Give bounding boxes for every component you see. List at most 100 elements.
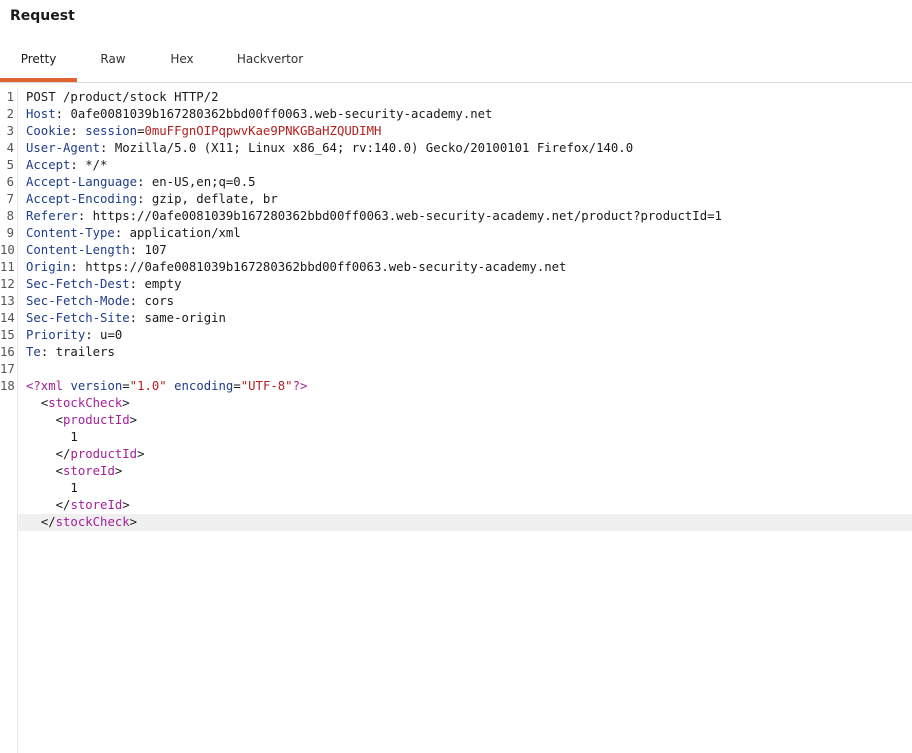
header-value: 0afe0081039b167280362bbd00ff0063.web-sec… xyxy=(70,107,493,121)
header-value: */* xyxy=(85,158,108,172)
tab-raw[interactable]: Raw xyxy=(84,36,142,82)
xml-attr-value: "UTF-8" xyxy=(240,379,293,393)
header-value: trailers xyxy=(55,345,115,359)
line-text: <?xml version="1.0" encoding="UTF-8"?> xyxy=(26,378,307,395)
tab-pretty[interactable]: Pretty xyxy=(0,36,77,82)
line-text: Accept-Language: en-US,en;q=0.5 xyxy=(26,174,256,191)
code-line: 11 Origin: https://0afe0081039b167280362b… xyxy=(0,259,912,276)
line-number: 13 xyxy=(0,294,15,308)
code-line: </storeId> xyxy=(0,497,912,514)
header-name: Priority xyxy=(26,328,86,342)
code-line: <storeId> xyxy=(0,463,912,480)
header-separator: : xyxy=(55,107,71,121)
line-text: 1 xyxy=(26,429,77,446)
xml-lt: </ xyxy=(55,498,71,512)
header-name: Accept-Encoding xyxy=(26,192,138,206)
code-line: 13 Sec-Fetch-Mode: cors xyxy=(0,293,912,310)
header-separator: : xyxy=(100,141,115,155)
header-separator: : xyxy=(70,158,86,172)
header-name: Te xyxy=(26,345,41,359)
line-number: 7 xyxy=(6,192,14,206)
xml-attr-name: version xyxy=(70,379,123,393)
line-text: </productId> xyxy=(26,446,145,463)
xml-gt: > xyxy=(129,413,138,427)
code-line: 1 xyxy=(0,429,912,446)
line-text: Sec-Fetch-Site: same-origin xyxy=(26,310,226,327)
line-number: 12 xyxy=(0,277,15,291)
line-text: Accept-Encoding: gzip, deflate, br xyxy=(26,191,278,208)
xml-decl-open: <?xml xyxy=(26,379,64,393)
xml-gt: > xyxy=(122,396,130,410)
code-line: 6 Accept-Language: en-US,en;q=0.5 xyxy=(0,174,912,191)
xml-attr-name: encoding xyxy=(174,379,234,393)
xml-gt: > xyxy=(122,498,130,512)
header-separator: : xyxy=(129,277,145,291)
header-separator: : xyxy=(129,311,145,325)
code-line: 16 Te: trailers xyxy=(0,344,912,361)
line-text: Host: 0afe0081039b167280362bbd00ff0063.w… xyxy=(26,106,492,123)
code-line: 10 Content-Length: 107 xyxy=(0,242,912,259)
header-value: Mozilla/5.0 (X11; Linux x86_64; rv:140.0… xyxy=(114,141,634,155)
tab-hackvertor[interactable]: Hackvertor xyxy=(222,36,318,82)
line-text: Referer: https://0afe0081039b167280362bb… xyxy=(26,208,722,225)
header-separator: : xyxy=(137,192,152,206)
xml-lt: </ xyxy=(55,447,71,461)
header-value: cors xyxy=(144,294,175,308)
line-text: Cookie: session=0muFFgnOIPqpwvKae9PNKGBa… xyxy=(26,123,381,140)
code-line: </productId> xyxy=(0,446,912,463)
cookie-name: session xyxy=(85,124,138,138)
line-text: Content-Type: application/xml xyxy=(26,225,241,242)
line-number: 15 xyxy=(0,328,15,342)
header-name: Sec-Fetch-Mode xyxy=(26,294,130,308)
code-line: <productId> xyxy=(0,412,912,429)
header-separator: : xyxy=(77,209,93,223)
xml-tag-name: storeId xyxy=(63,464,115,478)
xml-gt: > xyxy=(114,464,123,478)
header-value: 107 xyxy=(144,243,167,257)
header-value: u=0 xyxy=(100,328,123,342)
xml-tag-name: stockCheck xyxy=(48,396,123,410)
xml-text-value: 1 xyxy=(70,481,78,495)
line-text: Accept: */* xyxy=(26,157,107,174)
code-line: 1 xyxy=(0,480,912,497)
header-separator: : xyxy=(129,294,145,308)
xml-lt: < xyxy=(55,413,64,427)
header-value: gzip, deflate, br xyxy=(151,192,278,206)
code-line: 9 Content-Type: application/xml xyxy=(0,225,912,242)
line-number: 2 xyxy=(6,107,14,121)
header-separator: : xyxy=(114,226,130,240)
line-text: <stockCheck> xyxy=(26,395,130,412)
code-line: 5 Accept: */* xyxy=(0,157,912,174)
line-number: 11 xyxy=(0,260,15,274)
header-name: Content-Type xyxy=(26,226,115,240)
header-name: Sec-Fetch-Site xyxy=(26,311,130,325)
header-name: Host xyxy=(26,107,56,121)
code-line: 4 User-Agent: Mozilla/5.0 (X11; Linux x86… xyxy=(0,140,912,157)
request-editor[interactable]: 1 POST /product/stock HTTP/2 2 Host: 0afe00… xyxy=(0,88,912,753)
code-line: </stockCheck> xyxy=(18,514,912,531)
code-line: 8 Referer: https://0afe0081039b167280362b… xyxy=(0,208,912,225)
line-text: Content-Length: 107 xyxy=(26,242,167,259)
xml-gt: > xyxy=(137,447,145,461)
header-name: Content-Length xyxy=(26,243,130,257)
header-name: Accept-Language xyxy=(26,175,138,189)
line-number: 8 xyxy=(6,209,14,223)
tab-hex[interactable]: Hex xyxy=(157,36,207,82)
code-line: 7 Accept-Encoding: gzip, deflate, br xyxy=(0,191,912,208)
line-number: 1 xyxy=(6,90,14,104)
code-line: 12 Sec-Fetch-Dest: empty xyxy=(0,276,912,293)
header-name: Origin xyxy=(26,260,71,274)
header-name: Referer xyxy=(26,209,78,223)
code-line: <stockCheck> xyxy=(0,395,912,412)
line-text: POST /product/stock HTTP/2 xyxy=(26,89,219,106)
line-text: <productId> xyxy=(26,412,137,429)
line-number: 14 xyxy=(0,311,15,325)
code-line: 3 Cookie: session=0muFFgnOIPqpwvKae9PNKGB… xyxy=(0,123,912,140)
line-text: Sec-Fetch-Mode: cors xyxy=(26,293,174,310)
xml-equals: = xyxy=(233,379,241,393)
code-line: 15 Priority: u=0 xyxy=(0,327,912,344)
cookie-value: 0muFFgnOIPqpwvKae9PNKGBaHZQUDIMH xyxy=(144,124,382,138)
header-value: https://0afe0081039b167280362bbd00ff0063… xyxy=(92,209,722,223)
line-text: Priority: u=0 xyxy=(26,327,122,344)
xml-tag-name: productId xyxy=(63,413,130,427)
